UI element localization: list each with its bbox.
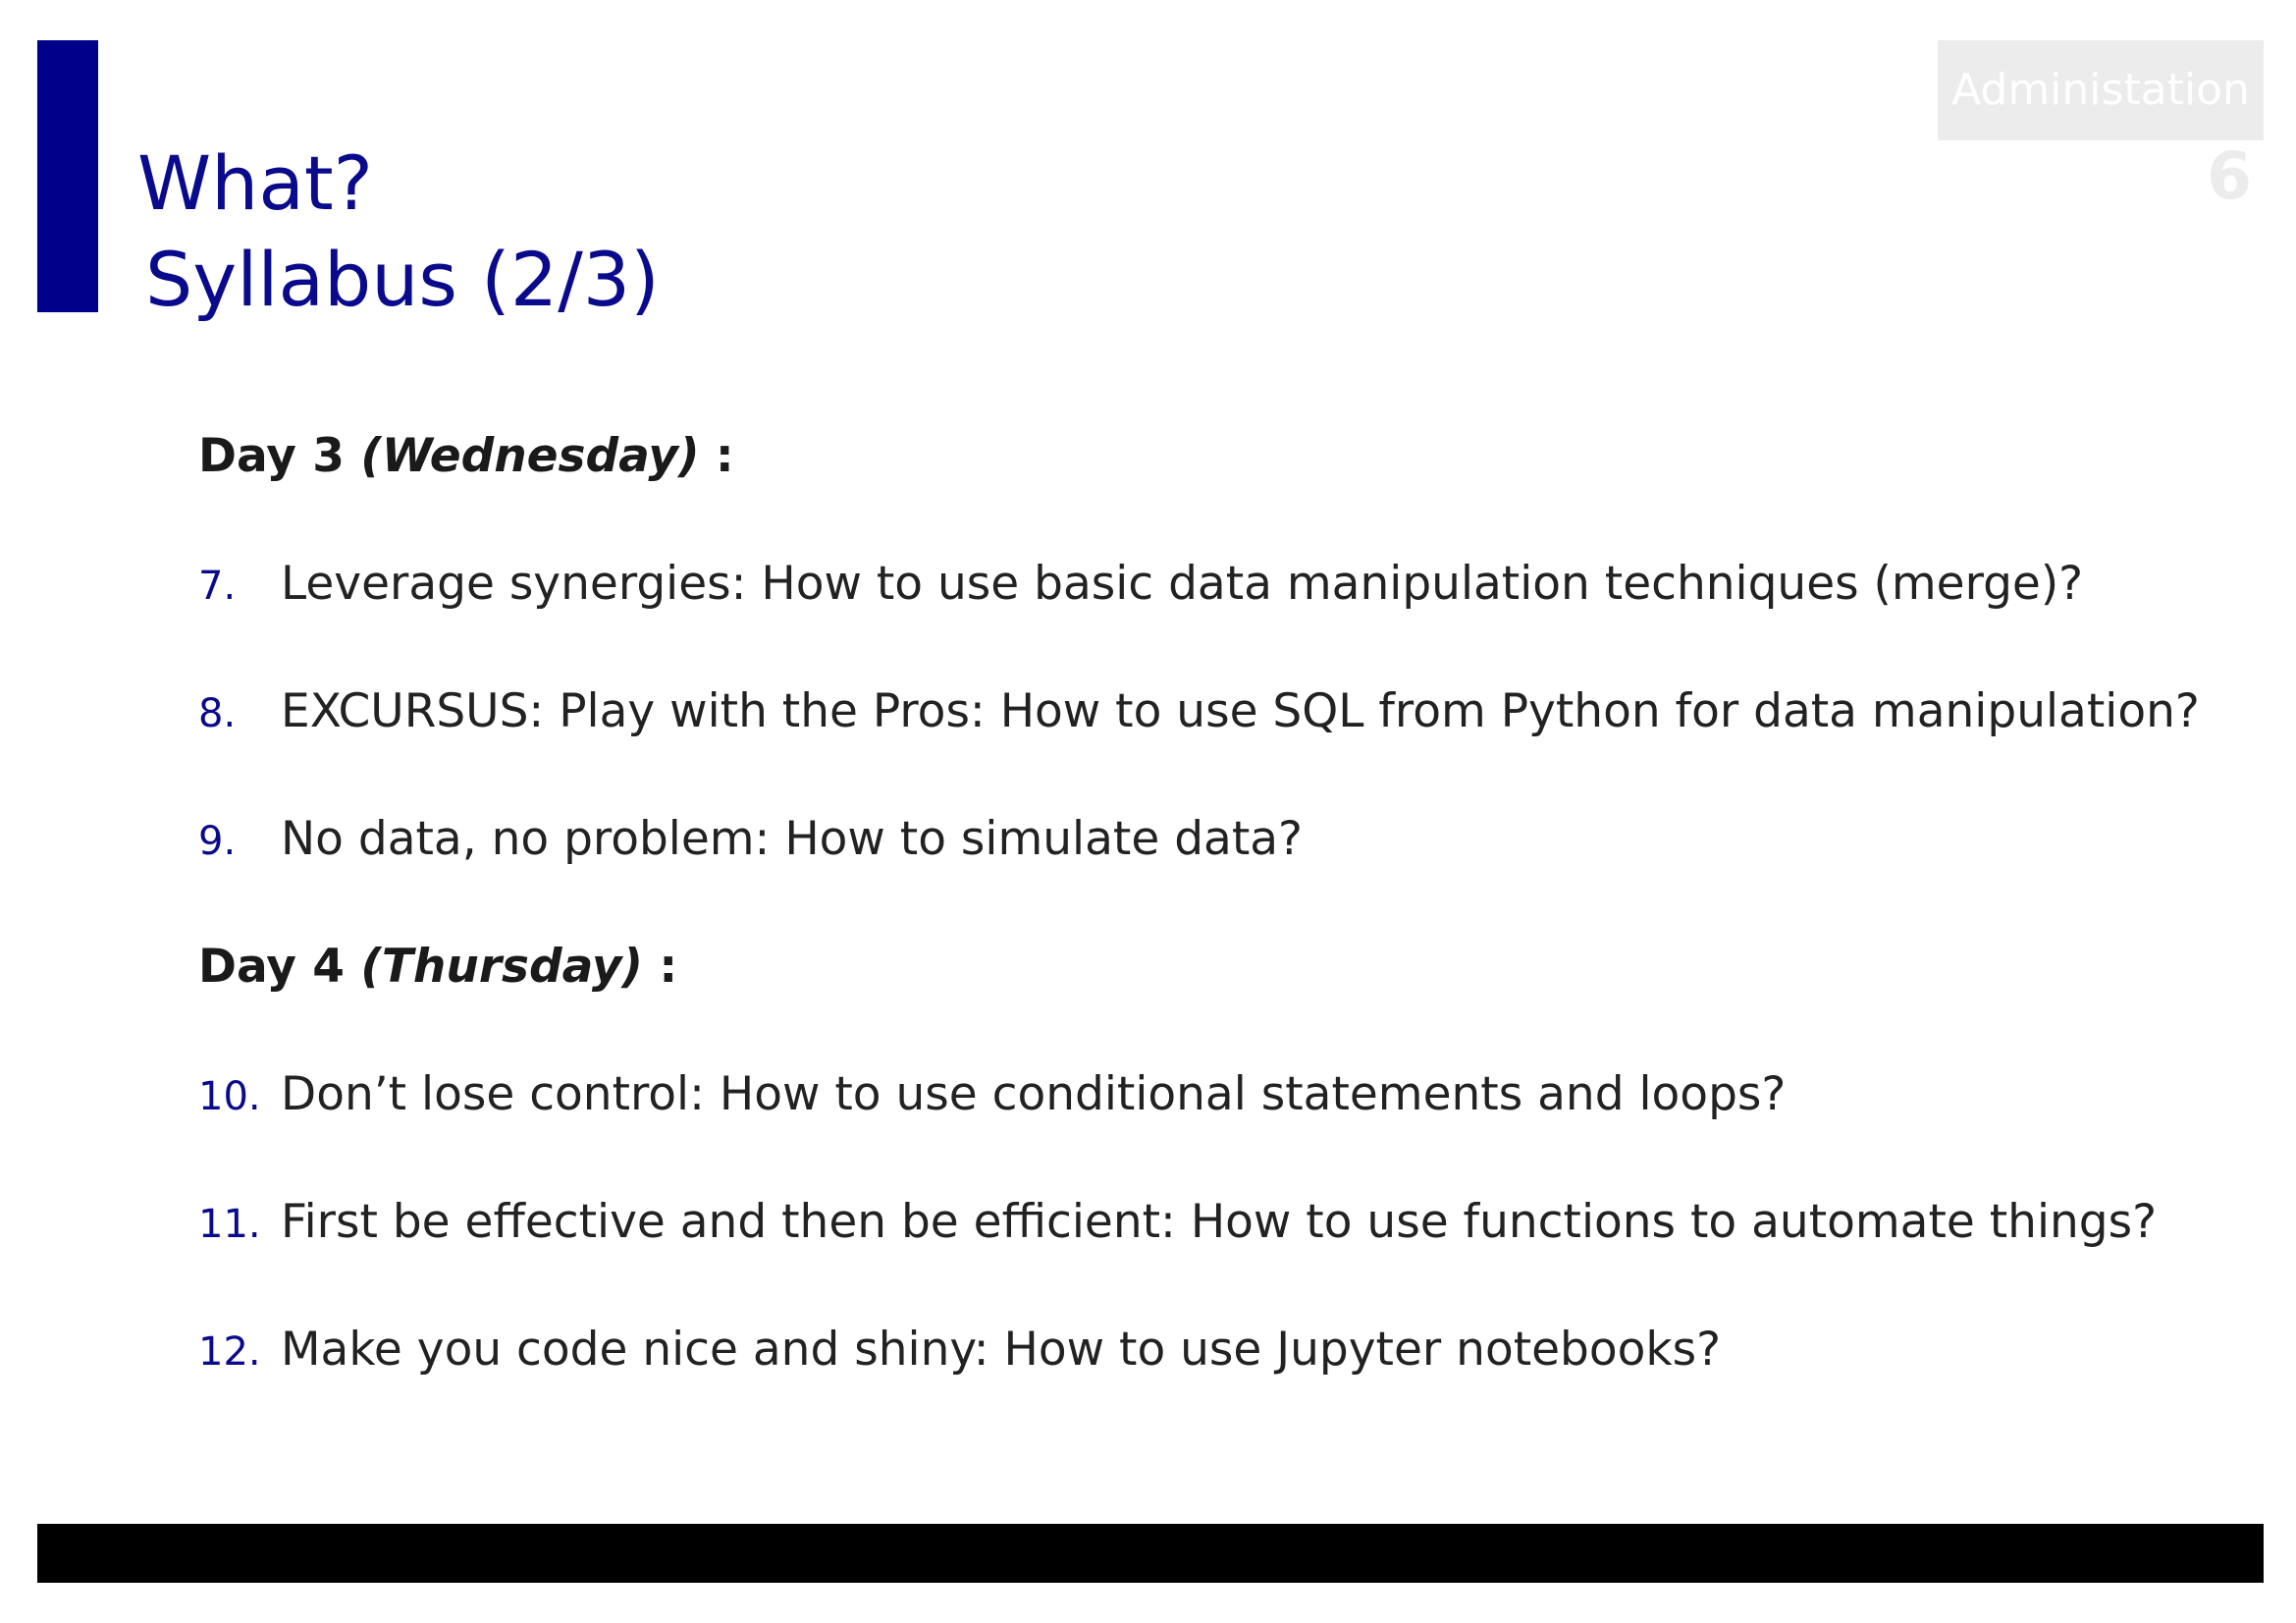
- item-number: 9.: [198, 819, 237, 864]
- day-weekday: (Wednesday): [360, 429, 700, 483]
- title-accent-bar: [37, 40, 98, 312]
- page-number: 6: [2207, 138, 2252, 214]
- list-item: 9. No data, no problem: How to simulate d…: [198, 795, 2162, 923]
- day-suffix: :: [699, 429, 734, 483]
- item-text: Leverage synergies: How to use basic dat…: [281, 557, 2084, 611]
- item-text: No data, no problem: How to simulate dat…: [281, 812, 1303, 866]
- list-item: 8. EXCURSUS: Play with the Pros: How to u…: [198, 668, 2200, 795]
- day-heading-3: Day 3 (Wednesday) :: [198, 412, 2162, 540]
- title-line-syllabus: Syllabus (2/3): [145, 236, 660, 323]
- day-weekday: (Thursday): [360, 940, 644, 994]
- item-number: 8.: [198, 691, 237, 736]
- page-title: What? Syllabus (2/3): [137, 135, 660, 328]
- list-item: 11. First be effective and then be effici…: [198, 1178, 2162, 1306]
- syllabus-content: Day 3 (Wednesday) : 7. Leverage synergies…: [198, 412, 2200, 1434]
- footer-bar: [37, 1524, 2264, 1583]
- title-line-what: What?: [137, 139, 374, 227]
- item-number: 10.: [198, 1074, 261, 1119]
- item-number: 12.: [198, 1329, 261, 1375]
- item-text: Don’t lose control: How to use condition…: [281, 1067, 1787, 1121]
- item-text: First be effective and then be efficient…: [281, 1195, 2158, 1249]
- list-item: 12. Make you code nice and shiny: How to …: [198, 1306, 2162, 1434]
- item-text: Make you code nice and shiny: How to use…: [281, 1323, 1722, 1377]
- list-item: 10. Don’t lose control: How to use condit…: [198, 1051, 2162, 1178]
- item-text: EXCURSUS: Play with the Pros: How to use…: [281, 684, 2200, 738]
- section-tag: Administation: [1938, 40, 2264, 140]
- day-suffix: :: [643, 940, 678, 994]
- list-item: 7. Leverage synergies: How to use basic d…: [198, 540, 2162, 668]
- day-heading-4: Day 4 (Thursday) :: [198, 923, 2162, 1051]
- item-number: 7.: [198, 564, 237, 609]
- day-label: Day 4: [198, 940, 345, 994]
- item-number: 11.: [198, 1202, 261, 1247]
- day-label: Day 3: [198, 429, 345, 483]
